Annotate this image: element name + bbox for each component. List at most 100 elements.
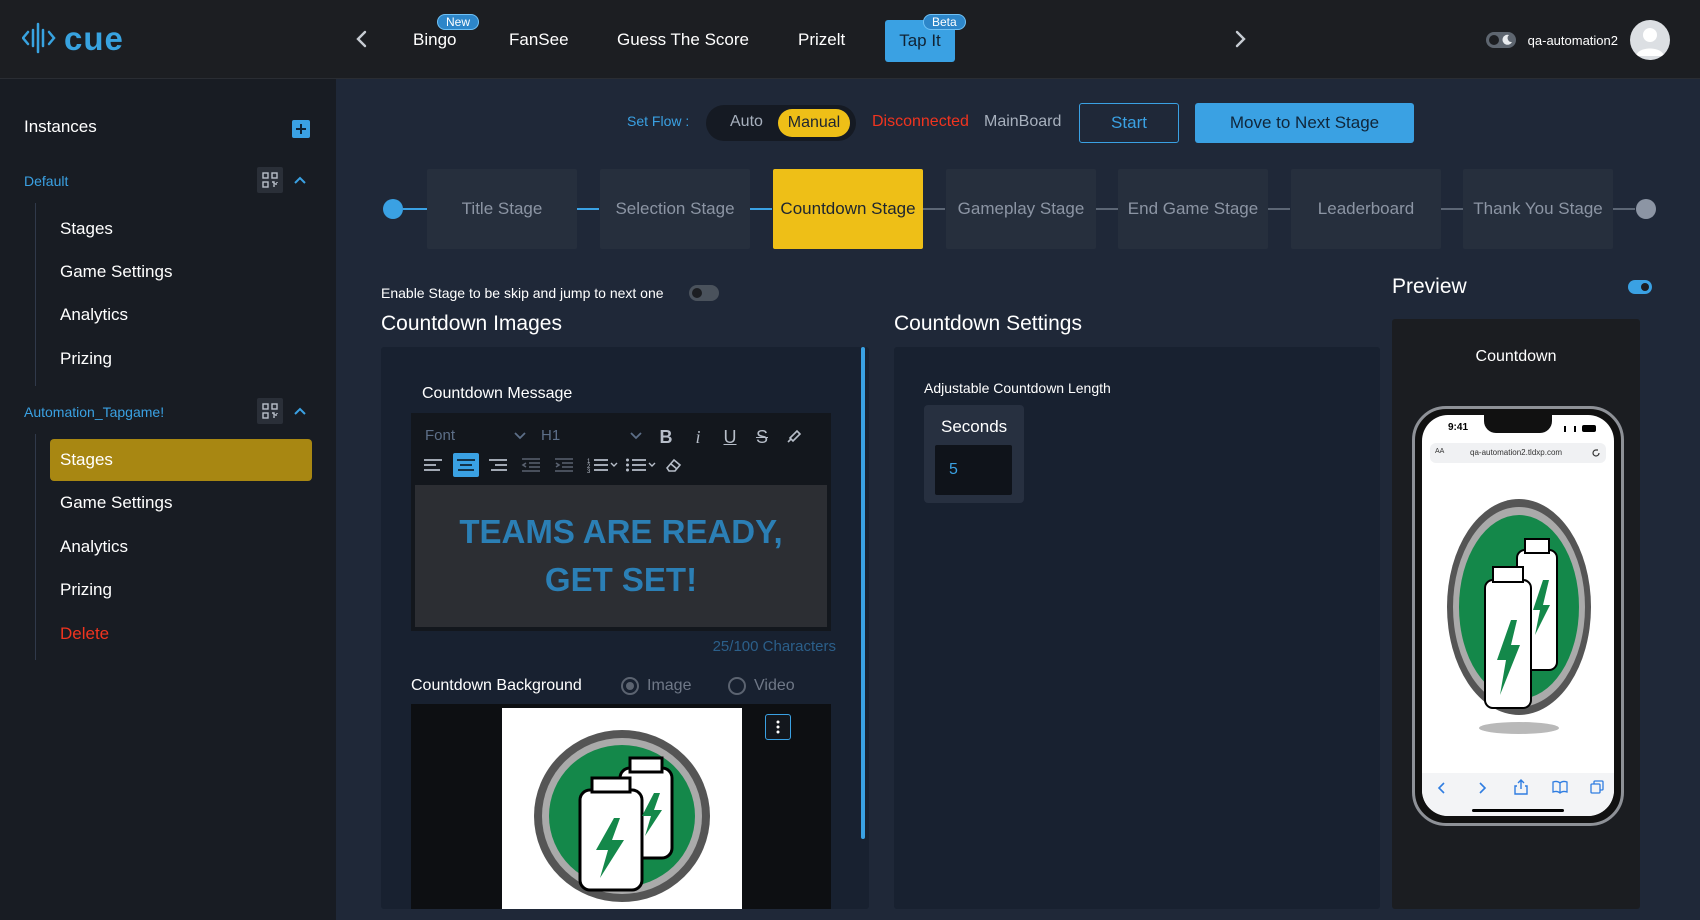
qr-code-icon[interactable]: [257, 167, 283, 193]
seconds-input[interactable]: 5: [935, 445, 1012, 495]
logo[interactable]: cue: [22, 20, 124, 56]
rich-text-editor: Font H1 B i U S 123 TEAMS ARE READY, GET…: [411, 413, 831, 631]
stage-selection[interactable]: Selection Stage: [600, 169, 750, 249]
nav-label: Guess The Score: [617, 30, 749, 49]
nav-item-prizelt[interactable]: Prizelt: [798, 18, 845, 62]
nav-next-icon[interactable]: [1230, 28, 1250, 50]
chevron-up-icon[interactable]: [293, 174, 307, 186]
nav-label: Tap It: [899, 31, 941, 50]
phone-time: 9:41: [1448, 422, 1469, 433]
skip-stage-toggle[interactable]: [689, 285, 719, 301]
align-right-icon[interactable]: [488, 457, 508, 473]
nav-item-tap-it[interactable]: Tap It Beta: [885, 14, 966, 62]
share-icon: [1514, 779, 1528, 795]
sidebar-item-analytics[interactable]: Analytics: [50, 294, 312, 336]
sidebar-item-delete[interactable]: Delete: [50, 613, 312, 655]
background-image: [502, 708, 742, 909]
chevron-down-icon[interactable]: [629, 431, 643, 441]
preview-panel: Countdown 9:41 AA qa-automation2.tldxp.c…: [1392, 319, 1640, 909]
background-options-button[interactable]: [765, 714, 791, 740]
bullet-list-icon[interactable]: [625, 457, 657, 473]
font-select[interactable]: Font: [425, 427, 455, 444]
align-left-icon[interactable]: [423, 457, 443, 473]
pipeline-connector: [1096, 208, 1118, 210]
ordered-list-icon[interactable]: 123: [587, 457, 619, 473]
gatorade-logo-preview: [1447, 499, 1591, 734]
preview-toggle[interactable]: [1628, 280, 1652, 294]
nav-item-bingo[interactable]: Bingo New: [413, 14, 480, 62]
sidebar-item-game-settings[interactable]: Game Settings: [50, 251, 312, 293]
set-flow-label: Set Flow :: [627, 113, 690, 129]
nav-item-fansee[interactable]: FanSee: [509, 18, 569, 62]
phone-status-icons: [1564, 424, 1598, 432]
gatorade-logo-image: [534, 730, 710, 902]
bg-option-image[interactable]: Image: [621, 677, 691, 695]
instance-automation-tapgame[interactable]: Automation_Tapgame!: [24, 404, 164, 420]
message-line-1: TEAMS ARE READY,: [459, 513, 783, 550]
tabs-icon: [1590, 780, 1604, 794]
chevron-down-icon[interactable]: [513, 431, 527, 441]
stage-countdown[interactable]: Countdown Stage: [773, 169, 923, 249]
instance-default[interactable]: Default: [24, 173, 68, 189]
sidebar-item-stages[interactable]: Stages: [50, 208, 312, 250]
italic-icon[interactable]: i: [686, 425, 710, 449]
background-image-preview: [411, 704, 831, 909]
stage-gameplay[interactable]: Gameplay Stage: [946, 169, 1096, 249]
mode-manual-option[interactable]: Manual: [778, 109, 850, 137]
stage-thank-you[interactable]: Thank You Stage: [1463, 169, 1613, 249]
user-area: qa-automation2: [1485, 20, 1670, 60]
avatar[interactable]: [1630, 20, 1670, 60]
pipeline-end-dot: [1636, 199, 1656, 219]
nav-prev-icon[interactable]: [352, 28, 372, 50]
seconds-label: Seconds: [941, 417, 1008, 436]
editor-toolbar: Font H1 B i U S 123: [411, 413, 831, 483]
pipeline-connector: [1268, 208, 1290, 210]
flow-mode-toggle: Auto Manual: [706, 105, 856, 141]
bg-option-image-label: Image: [647, 677, 692, 694]
sidebar-item-game-settings[interactable]: Game Settings: [50, 482, 312, 524]
countdown-message-label: Countdown Message: [422, 385, 573, 402]
phone-bottom-bar: [1422, 773, 1614, 816]
images-panel-scrollbar[interactable]: [861, 347, 865, 839]
sidebar-item-stages-active[interactable]: Stages: [50, 439, 312, 481]
stage-title[interactable]: Title Stage: [427, 169, 577, 249]
pipeline-connector: [1613, 208, 1635, 210]
countdown-settings-title: Countdown Settings: [894, 312, 1082, 335]
add-instance-button[interactable]: [292, 120, 310, 138]
chevron-up-icon[interactable]: [293, 405, 307, 417]
move-next-stage-button[interactable]: Move to Next Stage: [1195, 103, 1414, 143]
character-count: 25/100 Characters: [712, 638, 836, 655]
pipeline-connector: [1441, 208, 1463, 210]
align-center-button[interactable]: [453, 453, 479, 477]
stage-leaderboard[interactable]: Leaderboard: [1291, 169, 1441, 249]
instances-title: Instances: [24, 117, 97, 136]
sidebar-item-analytics[interactable]: Analytics: [50, 526, 312, 568]
sidebar-item-prizing[interactable]: Prizing: [50, 338, 312, 380]
user-icon: [1636, 28, 1664, 56]
radio-button-icon: [621, 677, 639, 695]
align-center-icon: [457, 459, 475, 471]
underline-icon[interactable]: U: [718, 425, 742, 449]
cue-wave-icon: [22, 22, 56, 54]
phone-screen: 9:41 AA qa-automation2.tldxp.com: [1422, 415, 1614, 816]
indent-icon[interactable]: [554, 457, 574, 473]
mode-auto-option[interactable]: Auto: [730, 113, 763, 131]
message-editor-content[interactable]: TEAMS ARE READY, GET SET!: [415, 485, 827, 627]
brand-name: cue: [64, 19, 124, 57]
clear-format-icon[interactable]: [665, 457, 683, 473]
stage-end-game[interactable]: End Game Stage: [1118, 169, 1268, 249]
qr-code-icon[interactable]: [257, 398, 283, 424]
outdent-icon[interactable]: [521, 457, 541, 473]
pipeline-connector: [750, 208, 772, 210]
theme-toggle[interactable]: [1485, 32, 1516, 48]
start-button[interactable]: Start: [1079, 103, 1179, 143]
highlight-icon[interactable]: [785, 427, 803, 445]
strikethrough-icon[interactable]: S: [750, 425, 774, 449]
bold-icon[interactable]: B: [654, 425, 678, 449]
sidebar-item-prizing[interactable]: Prizing: [50, 569, 312, 611]
sidebar: Instances Default Stages Game Settings A…: [0, 79, 336, 920]
bg-option-video[interactable]: Video: [728, 677, 795, 695]
countdown-images-panel: Countdown Message Font H1 B i U S 1 2 3 …: [381, 347, 869, 909]
nav-item-guess-the-score[interactable]: Guess The Score: [617, 18, 749, 62]
heading-select[interactable]: H1: [541, 427, 560, 444]
